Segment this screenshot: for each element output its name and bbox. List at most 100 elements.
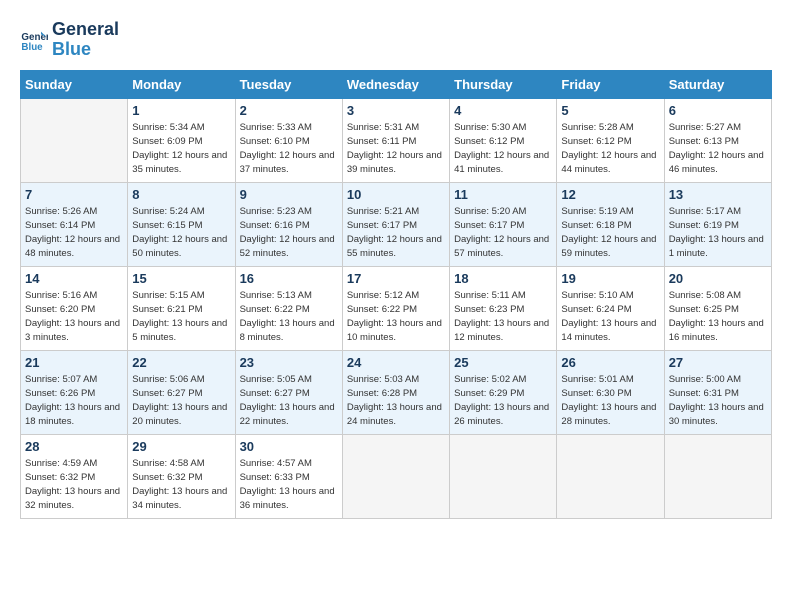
calendar-cell: 23 Sunrise: 5:05 AMSunset: 6:27 PMDayligh… bbox=[235, 350, 342, 434]
day-number: 20 bbox=[669, 271, 767, 286]
day-info: Sunrise: 5:13 AMSunset: 6:22 PMDaylight:… bbox=[240, 289, 338, 346]
calendar-cell bbox=[342, 434, 449, 518]
calendar-cell: 27 Sunrise: 5:00 AMSunset: 6:31 PMDayligh… bbox=[664, 350, 771, 434]
day-number: 12 bbox=[561, 187, 659, 202]
day-info: Sunrise: 5:24 AMSunset: 6:15 PMDaylight:… bbox=[132, 205, 230, 262]
day-number: 27 bbox=[669, 355, 767, 370]
day-number: 14 bbox=[25, 271, 123, 286]
day-info: Sunrise: 5:19 AMSunset: 6:18 PMDaylight:… bbox=[561, 205, 659, 262]
day-number: 5 bbox=[561, 103, 659, 118]
calendar-cell: 6 Sunrise: 5:27 AMSunset: 6:13 PMDaylight… bbox=[664, 98, 771, 182]
calendar-cell: 7 Sunrise: 5:26 AMSunset: 6:14 PMDaylight… bbox=[21, 182, 128, 266]
day-number: 9 bbox=[240, 187, 338, 202]
day-info: Sunrise: 5:03 AMSunset: 6:28 PMDaylight:… bbox=[347, 373, 445, 430]
calendar-week-row: 7 Sunrise: 5:26 AMSunset: 6:14 PMDaylight… bbox=[21, 182, 772, 266]
day-info: Sunrise: 5:33 AMSunset: 6:10 PMDaylight:… bbox=[240, 121, 338, 178]
calendar-body: 1 Sunrise: 5:34 AMSunset: 6:09 PMDaylight… bbox=[21, 98, 772, 518]
day-number: 15 bbox=[132, 271, 230, 286]
calendar-cell: 13 Sunrise: 5:17 AMSunset: 6:19 PMDayligh… bbox=[664, 182, 771, 266]
column-header-tuesday: Tuesday bbox=[235, 70, 342, 98]
day-info: Sunrise: 5:00 AMSunset: 6:31 PMDaylight:… bbox=[669, 373, 767, 430]
day-number: 11 bbox=[454, 187, 552, 202]
day-number: 1 bbox=[132, 103, 230, 118]
day-info: Sunrise: 5:01 AMSunset: 6:30 PMDaylight:… bbox=[561, 373, 659, 430]
calendar-cell: 2 Sunrise: 5:33 AMSunset: 6:10 PMDaylight… bbox=[235, 98, 342, 182]
day-info: Sunrise: 5:12 AMSunset: 6:22 PMDaylight:… bbox=[347, 289, 445, 346]
calendar-cell: 1 Sunrise: 5:34 AMSunset: 6:09 PMDaylight… bbox=[128, 98, 235, 182]
calendar-cell bbox=[664, 434, 771, 518]
day-number: 24 bbox=[347, 355, 445, 370]
day-info: Sunrise: 5:21 AMSunset: 6:17 PMDaylight:… bbox=[347, 205, 445, 262]
day-number: 13 bbox=[669, 187, 767, 202]
calendar-cell: 24 Sunrise: 5:03 AMSunset: 6:28 PMDayligh… bbox=[342, 350, 449, 434]
day-info: Sunrise: 5:20 AMSunset: 6:17 PMDaylight:… bbox=[454, 205, 552, 262]
day-info: Sunrise: 4:58 AMSunset: 6:32 PMDaylight:… bbox=[132, 457, 230, 514]
page-header: General Blue General Blue bbox=[20, 20, 772, 60]
day-number: 21 bbox=[25, 355, 123, 370]
day-info: Sunrise: 5:15 AMSunset: 6:21 PMDaylight:… bbox=[132, 289, 230, 346]
day-number: 7 bbox=[25, 187, 123, 202]
day-number: 16 bbox=[240, 271, 338, 286]
day-info: Sunrise: 4:59 AMSunset: 6:32 PMDaylight:… bbox=[25, 457, 123, 514]
calendar-week-row: 14 Sunrise: 5:16 AMSunset: 6:20 PMDayligh… bbox=[21, 266, 772, 350]
column-header-saturday: Saturday bbox=[664, 70, 771, 98]
calendar-cell: 19 Sunrise: 5:10 AMSunset: 6:24 PMDayligh… bbox=[557, 266, 664, 350]
day-number: 28 bbox=[25, 439, 123, 454]
day-info: Sunrise: 5:31 AMSunset: 6:11 PMDaylight:… bbox=[347, 121, 445, 178]
calendar-cell bbox=[450, 434, 557, 518]
day-info: Sunrise: 5:06 AMSunset: 6:27 PMDaylight:… bbox=[132, 373, 230, 430]
calendar-cell: 4 Sunrise: 5:30 AMSunset: 6:12 PMDaylight… bbox=[450, 98, 557, 182]
day-info: Sunrise: 5:17 AMSunset: 6:19 PMDaylight:… bbox=[669, 205, 767, 262]
day-number: 19 bbox=[561, 271, 659, 286]
day-number: 10 bbox=[347, 187, 445, 202]
calendar-cell: 22 Sunrise: 5:06 AMSunset: 6:27 PMDayligh… bbox=[128, 350, 235, 434]
calendar-cell: 11 Sunrise: 5:20 AMSunset: 6:17 PMDayligh… bbox=[450, 182, 557, 266]
logo: General Blue General Blue bbox=[20, 20, 119, 60]
day-info: Sunrise: 5:10 AMSunset: 6:24 PMDaylight:… bbox=[561, 289, 659, 346]
calendar-cell: 29 Sunrise: 4:58 AMSunset: 6:32 PMDayligh… bbox=[128, 434, 235, 518]
day-info: Sunrise: 5:26 AMSunset: 6:14 PMDaylight:… bbox=[25, 205, 123, 262]
calendar-cell: 3 Sunrise: 5:31 AMSunset: 6:11 PMDaylight… bbox=[342, 98, 449, 182]
calendar-week-row: 1 Sunrise: 5:34 AMSunset: 6:09 PMDaylight… bbox=[21, 98, 772, 182]
day-info: Sunrise: 5:34 AMSunset: 6:09 PMDaylight:… bbox=[132, 121, 230, 178]
calendar-cell: 16 Sunrise: 5:13 AMSunset: 6:22 PMDayligh… bbox=[235, 266, 342, 350]
calendar-week-row: 21Sunrise: 5:07 AMSunset: 6:26 PMDayligh… bbox=[21, 350, 772, 434]
column-header-sunday: Sunday bbox=[21, 70, 128, 98]
calendar-cell: 8 Sunrise: 5:24 AMSunset: 6:15 PMDaylight… bbox=[128, 182, 235, 266]
day-number: 4 bbox=[454, 103, 552, 118]
day-number: 30 bbox=[240, 439, 338, 454]
calendar-cell: 18Sunrise: 5:11 AMSunset: 6:23 PMDayligh… bbox=[450, 266, 557, 350]
day-info: Sunrise: 5:02 AMSunset: 6:29 PMDaylight:… bbox=[454, 373, 552, 430]
day-info: Sunrise: 5:30 AMSunset: 6:12 PMDaylight:… bbox=[454, 121, 552, 178]
column-header-monday: Monday bbox=[128, 70, 235, 98]
column-header-thursday: Thursday bbox=[450, 70, 557, 98]
calendar-cell: 12 Sunrise: 5:19 AMSunset: 6:18 PMDayligh… bbox=[557, 182, 664, 266]
calendar-cell: 10 Sunrise: 5:21 AMSunset: 6:17 PMDayligh… bbox=[342, 182, 449, 266]
column-header-wednesday: Wednesday bbox=[342, 70, 449, 98]
day-info: Sunrise: 5:11 AMSunset: 6:23 PMDaylight:… bbox=[454, 289, 552, 346]
day-info: Sunrise: 5:05 AMSunset: 6:27 PMDaylight:… bbox=[240, 373, 338, 430]
calendar-cell bbox=[557, 434, 664, 518]
day-number: 26 bbox=[561, 355, 659, 370]
day-info: Sunrise: 5:16 AMSunset: 6:20 PMDaylight:… bbox=[25, 289, 123, 346]
calendar-cell: 21Sunrise: 5:07 AMSunset: 6:26 PMDayligh… bbox=[21, 350, 128, 434]
calendar-header-row: SundayMondayTuesdayWednesdayThursdayFrid… bbox=[21, 70, 772, 98]
day-number: 23 bbox=[240, 355, 338, 370]
day-number: 8 bbox=[132, 187, 230, 202]
day-info: Sunrise: 5:27 AMSunset: 6:13 PMDaylight:… bbox=[669, 121, 767, 178]
calendar-cell bbox=[21, 98, 128, 182]
day-number: 22 bbox=[132, 355, 230, 370]
day-number: 2 bbox=[240, 103, 338, 118]
calendar-cell: 5Sunrise: 5:28 AMSunset: 6:12 PMDaylight… bbox=[557, 98, 664, 182]
calendar-table: SundayMondayTuesdayWednesdayThursdayFrid… bbox=[20, 70, 772, 519]
day-number: 6 bbox=[669, 103, 767, 118]
day-info: Sunrise: 5:23 AMSunset: 6:16 PMDaylight:… bbox=[240, 205, 338, 262]
calendar-cell: 20Sunrise: 5:08 AMSunset: 6:25 PMDayligh… bbox=[664, 266, 771, 350]
day-number: 29 bbox=[132, 439, 230, 454]
logo-icon: General Blue bbox=[20, 26, 48, 54]
logo-text: General Blue bbox=[52, 20, 119, 60]
day-number: 3 bbox=[347, 103, 445, 118]
calendar-cell: 28 Sunrise: 4:59 AMSunset: 6:32 PMDayligh… bbox=[21, 434, 128, 518]
calendar-week-row: 28 Sunrise: 4:59 AMSunset: 6:32 PMDayligh… bbox=[21, 434, 772, 518]
calendar-cell: 30Sunrise: 4:57 AMSunset: 6:33 PMDayligh… bbox=[235, 434, 342, 518]
